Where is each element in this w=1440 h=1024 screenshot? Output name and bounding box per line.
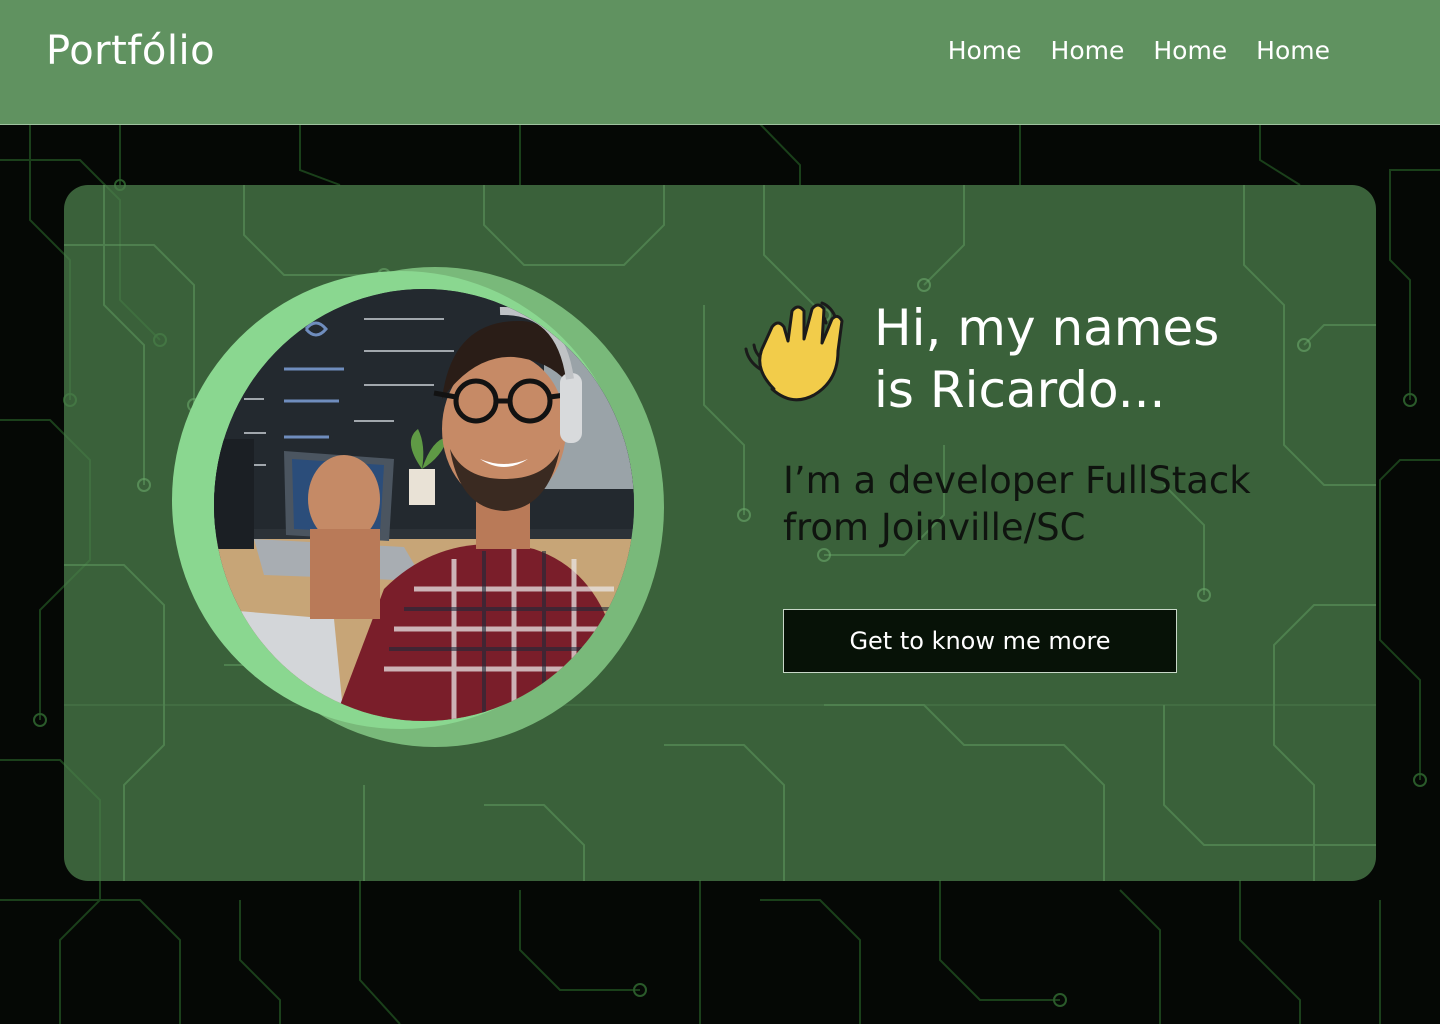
portrait-illustration	[214, 289, 634, 721]
subtitle-line-2: from Joinville/SC	[783, 506, 1086, 549]
greeting-line-1: Hi, my names	[874, 299, 1220, 357]
greeting-line-2: is Ricardo...	[874, 361, 1166, 419]
hero-subtitle: I’m a developer FullStack from Joinville…	[783, 457, 1303, 551]
nav-link-home-4[interactable]: Home	[1256, 36, 1330, 65]
get-to-know-me-button[interactable]: Get to know me more	[783, 609, 1177, 673]
subtitle-line-1: I’m a developer FullStack	[783, 459, 1251, 502]
developer-portrait-photo	[214, 289, 634, 721]
navbar: Portfólio Home Home Home Home	[0, 0, 1440, 125]
hero-card: Hi, my names is Ricardo... I’m a develop…	[64, 185, 1376, 881]
nav-link-home-2[interactable]: Home	[1051, 36, 1125, 65]
nav-link-home-1[interactable]: Home	[948, 36, 1022, 65]
greeting-block: Hi, my names is Ricardo...	[740, 293, 1300, 423]
greeting-heading: Hi, my names is Ricardo...	[874, 297, 1294, 421]
brand-logo[interactable]: Portfólio	[46, 28, 215, 74]
waving-hand-icon	[744, 301, 844, 402]
portrait-frame	[172, 267, 664, 749]
nav-menu: Home Home Home Home	[948, 36, 1330, 65]
nav-link-home-3[interactable]: Home	[1153, 36, 1227, 65]
